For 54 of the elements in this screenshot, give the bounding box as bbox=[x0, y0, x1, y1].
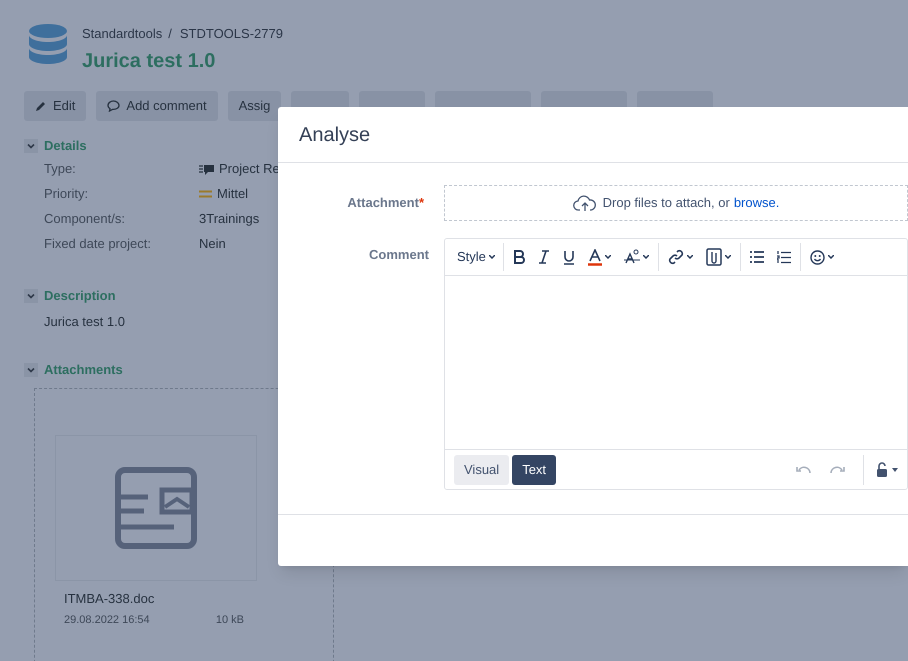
speech-bubble-icon bbox=[107, 100, 120, 112]
field-label: Comment bbox=[369, 247, 429, 262]
pencil-icon bbox=[35, 100, 47, 112]
file-date: 29.08.2022 16:54 bbox=[64, 612, 150, 628]
browse-link[interactable]: browse. bbox=[734, 193, 780, 213]
underline-icon bbox=[562, 250, 575, 264]
add-comment-button[interactable]: Add comment bbox=[96, 90, 218, 120]
editor-mode-tab[interactable]: Text bbox=[512, 454, 556, 484]
toolbar-button[interactable]: Assig bbox=[228, 90, 282, 120]
field-label: Component/s: bbox=[44, 210, 126, 228]
padlock-icon bbox=[876, 462, 888, 477]
bullet-list-icon bbox=[750, 251, 764, 263]
caret-icon bbox=[686, 255, 693, 259]
field-label: Type: bbox=[44, 160, 77, 178]
restrictions-button[interactable] bbox=[863, 454, 898, 484]
caret-icon bbox=[488, 255, 495, 259]
breadcrumb-separator: / bbox=[168, 25, 172, 43]
edit-button[interactable]: Edit bbox=[24, 90, 86, 120]
file-thumbnail[interactable] bbox=[55, 435, 257, 581]
breadcrumb-link[interactable]: Standardtools bbox=[82, 24, 162, 44]
field-value: Mittel bbox=[217, 185, 248, 204]
bold-icon bbox=[512, 250, 525, 264]
style-dropdown[interactable]: Style bbox=[452, 244, 500, 270]
cloud-upload-icon bbox=[572, 194, 597, 212]
link-icon bbox=[668, 249, 684, 265]
paperclip-icon bbox=[706, 248, 722, 266]
priority-icon bbox=[199, 190, 212, 198]
drop-instructions: Drop files to attach, or bbox=[602, 194, 730, 212]
description-text: Jurica test 1.0 bbox=[44, 312, 126, 330]
file-size: 10 kB bbox=[216, 612, 244, 628]
dialog-title: Analyse bbox=[299, 122, 370, 148]
text-format-icon bbox=[624, 249, 640, 265]
field-label: Priority: bbox=[44, 185, 90, 204]
emoji-icon bbox=[810, 250, 825, 264]
caret-icon bbox=[642, 255, 649, 259]
issue-title: Jurica test 1.0 bbox=[82, 48, 216, 74]
type-icon bbox=[199, 164, 214, 174]
breadcrumb-link[interactable]: STDTOOLS-2779 bbox=[180, 24, 283, 44]
file-name[interactable]: ITMBA-338.doc bbox=[64, 589, 257, 608]
file-drop-zone[interactable]: Drop files to attach, or browse. bbox=[444, 185, 908, 221]
italic-icon bbox=[538, 250, 550, 264]
field-label: Attachment bbox=[347, 195, 419, 210]
caret-icon bbox=[604, 255, 611, 259]
caret-icon bbox=[892, 468, 898, 472]
document-icon bbox=[115, 467, 197, 549]
caret-icon bbox=[828, 255, 834, 259]
caret-icon bbox=[724, 255, 731, 259]
required-mark: * bbox=[418, 195, 424, 210]
field-label: Fixed date project: bbox=[44, 235, 152, 254]
text-color-icon bbox=[588, 248, 602, 266]
editor-mode-tab[interactable]: Visual bbox=[454, 454, 510, 484]
field-value: 3Trainings bbox=[199, 210, 260, 228]
field-value: Nein bbox=[199, 235, 226, 254]
numbered-list-icon bbox=[776, 250, 791, 264]
